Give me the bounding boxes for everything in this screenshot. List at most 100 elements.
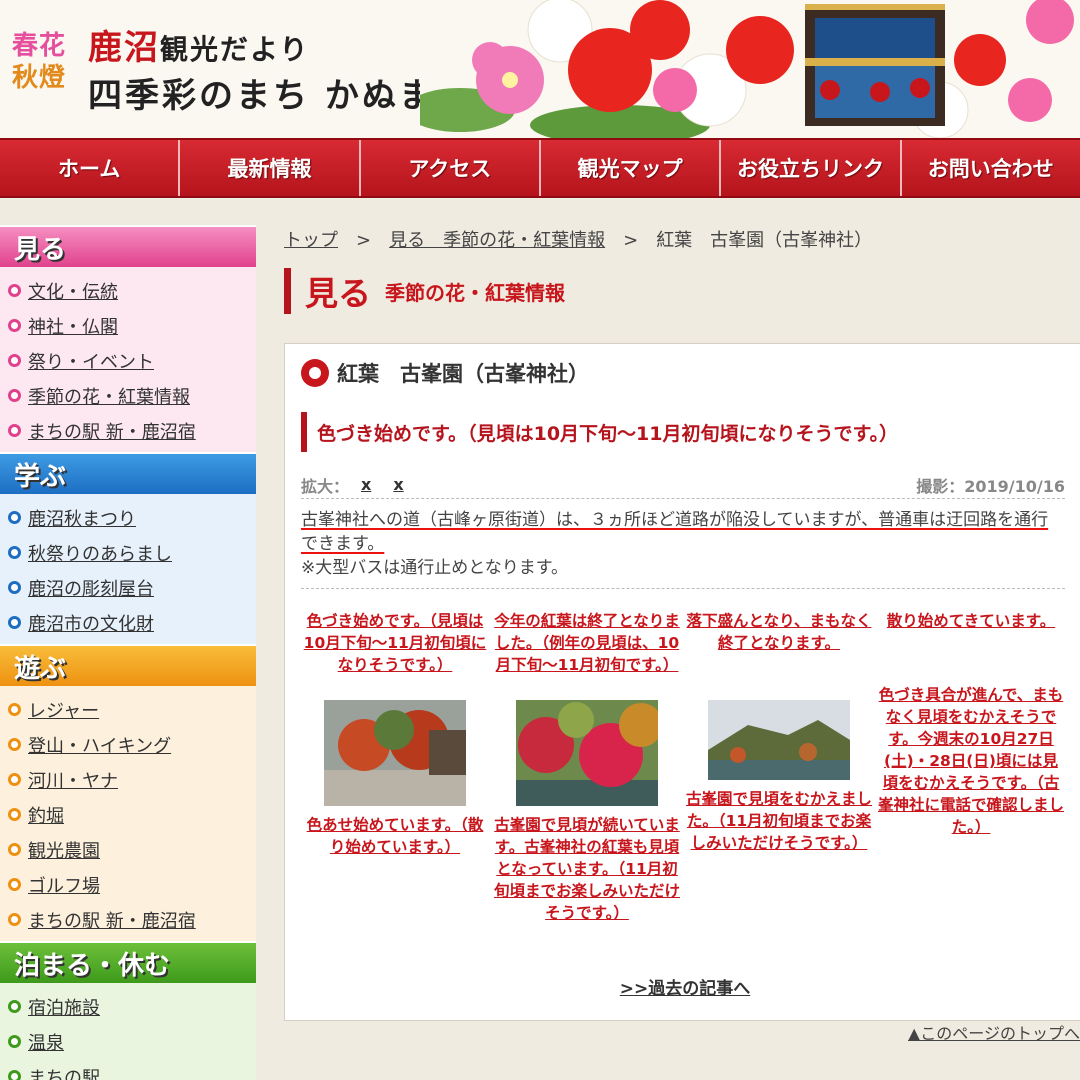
site-logo-main: 鹿沼 <box>88 28 160 68</box>
report-photo[interactable] <box>708 700 850 780</box>
bullet-icon <box>8 546 21 559</box>
sidebar-item-festival-outline[interactable]: 秋祭りのあらまし <box>0 535 256 570</box>
breadcrumb-current: 紅葉 古峯園（古峯神社） <box>656 230 873 251</box>
article-title: 紅葉 古峯園（古峯神社） <box>337 362 589 386</box>
sidebar-item-hiking[interactable]: 登山・ハイキング <box>0 727 256 762</box>
circle-marker-icon <box>301 359 329 387</box>
sidebar-list-miru: 文化・伝統 神社・仏閣 祭り・イベント 季節の花・紅葉情報 まちの駅 新・鹿沼宿 <box>0 267 256 452</box>
bullet-icon <box>8 581 21 594</box>
header-flowers-image <box>420 0 1080 138</box>
zoom-label: 拡大： <box>301 476 350 496</box>
badge-line-spring: 春花 <box>12 31 67 61</box>
sidebar-item-fishing-pond[interactable]: 釣堀 <box>0 797 256 832</box>
nav-map[interactable]: 観光マップ <box>541 140 722 196</box>
breadcrumb: トップ > 見る 季節の花・紅葉情報 > 紅葉 古峯園（古峯神社） <box>284 226 872 252</box>
page-title: 見る 季節の花・紅葉情報 <box>284 268 565 314</box>
divider <box>301 588 1065 589</box>
report-grid: 色づき始めです。（見頃は10月下旬～11月初旬頃になりそうです。） 今年の紅葉は… <box>301 610 1065 924</box>
article-header: 紅葉 古峯園（古峯神社） <box>301 358 589 388</box>
bullet-icon <box>8 1035 21 1048</box>
meta-row: 拡大： x x 撮影：2019/10/16 <box>301 471 1065 499</box>
bullet-icon <box>8 424 21 437</box>
nav-news[interactable]: 最新情報 <box>180 140 361 196</box>
road-notice: 古峯神社への道（古峰ヶ原街道）は、３ヵ所ほど道路が陥没していますが、普通車は迂回… <box>301 510 1049 554</box>
report-photo[interactable] <box>324 700 466 806</box>
page-top-link[interactable]: ▲このページのトップへ <box>908 1020 1080 1044</box>
zoom-link-1[interactable]: x <box>361 475 371 494</box>
report-photo[interactable] <box>516 700 658 806</box>
report-entry-with-photo[interactable]: 古峯園で見頃をむかえました。（11月初旬頃までお楽しみいただけそうです。） <box>685 700 873 924</box>
bus-notice: ※大型バスは通行止めとなります。 <box>301 558 569 578</box>
bullet-icon <box>8 773 21 786</box>
report-entry[interactable]: 今年の紅葉は終了となりました。（例年の見頃は、10月下旬～11月初旬です。） <box>493 610 681 676</box>
report-entry-with-photo[interactable]: 古峯園で見頃が続いています。古峯神社の紅葉も見頃となっています。（11月初旬頃ま… <box>493 700 681 924</box>
sidebar-item-festivals[interactable]: 祭り・イベント <box>0 343 256 378</box>
site-logo[interactable]: 鹿沼観光だより <box>88 20 309 69</box>
nav-home[interactable]: ホーム <box>0 140 181 196</box>
sidebar-item-cultural-assets[interactable]: 鹿沼市の文化財 <box>0 605 256 640</box>
sidebar-item-autumn-festival[interactable]: 鹿沼秋まつり <box>0 500 256 535</box>
report-entry[interactable]: 色づき始めです。（見頃は10月下旬～11月初旬頃になりそうです。） <box>301 610 489 676</box>
sidebar-list-tomaru: 宿泊施設 温泉 まちの駅 <box>0 983 256 1080</box>
status-heading: 色づき始めです。（見頃は10月下旬～11月初旬頃になりそうです。） <box>301 412 1061 452</box>
sidebar-heading-miru: 見る <box>0 225 256 267</box>
bullet-icon <box>8 354 21 367</box>
global-nav: ホーム 最新情報 アクセス 観光マップ お役立ちリンク お問い合わせ <box>0 138 1080 198</box>
sidebar-item-carved-floats[interactable]: 鹿沼の彫刻屋台 <box>0 570 256 605</box>
breadcrumb-separator: > <box>356 230 372 251</box>
bullet-icon <box>8 1000 21 1013</box>
breadcrumb-separator: > <box>623 230 639 251</box>
page-title-main: 見る <box>305 274 371 313</box>
bullet-icon <box>8 808 21 821</box>
article-box: 紅葉 古峯園（古峯神社） 色づき始めです。（見頃は10月下旬～11月初旬頃になり… <box>284 343 1080 1021</box>
sidebar-item-onsen[interactable]: 温泉 <box>0 1024 256 1059</box>
nav-links[interactable]: お役立ちリンク <box>721 140 902 196</box>
sidebar-list-asobu: レジャー 登山・ハイキング 河川・ヤナ 釣堀 観光農園 ゴルフ場 まちの駅 新・… <box>0 686 256 941</box>
photo-date: 撮影：2019/10/16 <box>916 476 1065 496</box>
bullet-icon <box>8 389 21 402</box>
site-logo-small: 観光だより <box>160 33 310 66</box>
bullet-icon <box>8 843 21 856</box>
sidebar-item-machi-no-eki[interactable]: まちの駅 新・鹿沼宿 <box>0 413 256 448</box>
sidebar-item-golf[interactable]: ゴルフ場 <box>0 867 256 902</box>
bullet-icon <box>8 616 21 629</box>
sidebar-item-culture[interactable]: 文化・伝統 <box>0 273 256 308</box>
bullet-icon <box>8 878 21 891</box>
nav-contact[interactable]: お問い合わせ <box>902 140 1080 196</box>
sidebar-item-lodging[interactable]: 宿泊施設 <box>0 989 256 1024</box>
site-header: 春花 秋燈 鹿沼観光だより 四季彩のまち かぬま <box>0 0 1080 138</box>
badge-line-autumn: 秋燈 <box>12 63 67 93</box>
sidebar-item-rivers[interactable]: 河川・ヤナ <box>0 762 256 797</box>
sidebar-item-farms[interactable]: 観光農園 <box>0 832 256 867</box>
article-body: 古峯神社への道（古峰ヶ原街道）は、３ヵ所ほど道路が陥没していますが、普通車は迂回… <box>301 508 1065 580</box>
site-tagline: 四季彩のまち かぬま <box>88 76 436 116</box>
sidebar-item-machi-no-eki-3[interactable]: まちの駅 <box>0 1059 256 1080</box>
page-title-sub: 季節の花・紅葉情報 <box>385 280 565 305</box>
report-entry[interactable]: 色づき具合が進んで、まもなく見頃をむかえそうです。今週末の10月27日(土)・2… <box>877 684 1065 924</box>
bullet-icon <box>8 284 21 297</box>
breadcrumb-seasonal[interactable]: 見る 季節の花・紅葉情報 <box>389 230 605 251</box>
sidebar-item-shrines[interactable]: 神社・仏閣 <box>0 308 256 343</box>
sidebar-heading-manabu: 学ぶ <box>0 452 256 494</box>
bullet-icon <box>8 913 21 926</box>
report-entry-with-photo[interactable]: 色あせ始めています。（散り始めています。） <box>301 700 489 924</box>
sidebar-list-manabu: 鹿沼秋まつり 秋祭りのあらまし 鹿沼の彫刻屋台 鹿沼市の文化財 <box>0 494 256 644</box>
sidebar-item-leisure[interactable]: レジャー <box>0 692 256 727</box>
sidebar-heading-asobu: 遊ぶ <box>0 644 256 686</box>
bullet-icon <box>8 319 21 332</box>
breadcrumb-top[interactable]: トップ <box>284 230 338 251</box>
sidebar-item-machi-no-eki-2[interactable]: まちの駅 新・鹿沼宿 <box>0 902 256 937</box>
bullet-icon <box>8 703 21 716</box>
seasons-badge: 春花 秋燈 <box>12 30 76 94</box>
report-entry[interactable]: 落下盛んとなり、まもなく終了となります。 <box>685 610 873 676</box>
past-articles-link[interactable]: >>過去の記事へ <box>285 974 1080 999</box>
bullet-icon <box>8 511 21 524</box>
nav-access[interactable]: アクセス <box>361 140 541 196</box>
bullet-icon <box>8 1070 21 1080</box>
zoom-link-2[interactable]: x <box>393 475 403 494</box>
bullet-icon <box>8 738 21 751</box>
sidebar-item-seasonal-flowers[interactable]: 季節の花・紅葉情報 <box>0 378 256 413</box>
report-entry[interactable]: 散り始めてきています。 <box>877 610 1065 676</box>
sidebar: 見る 文化・伝統 神社・仏閣 祭り・イベント 季節の花・紅葉情報 まちの駅 新・… <box>0 225 256 1080</box>
sidebar-heading-tomaru: 泊まる・休む <box>0 941 256 983</box>
